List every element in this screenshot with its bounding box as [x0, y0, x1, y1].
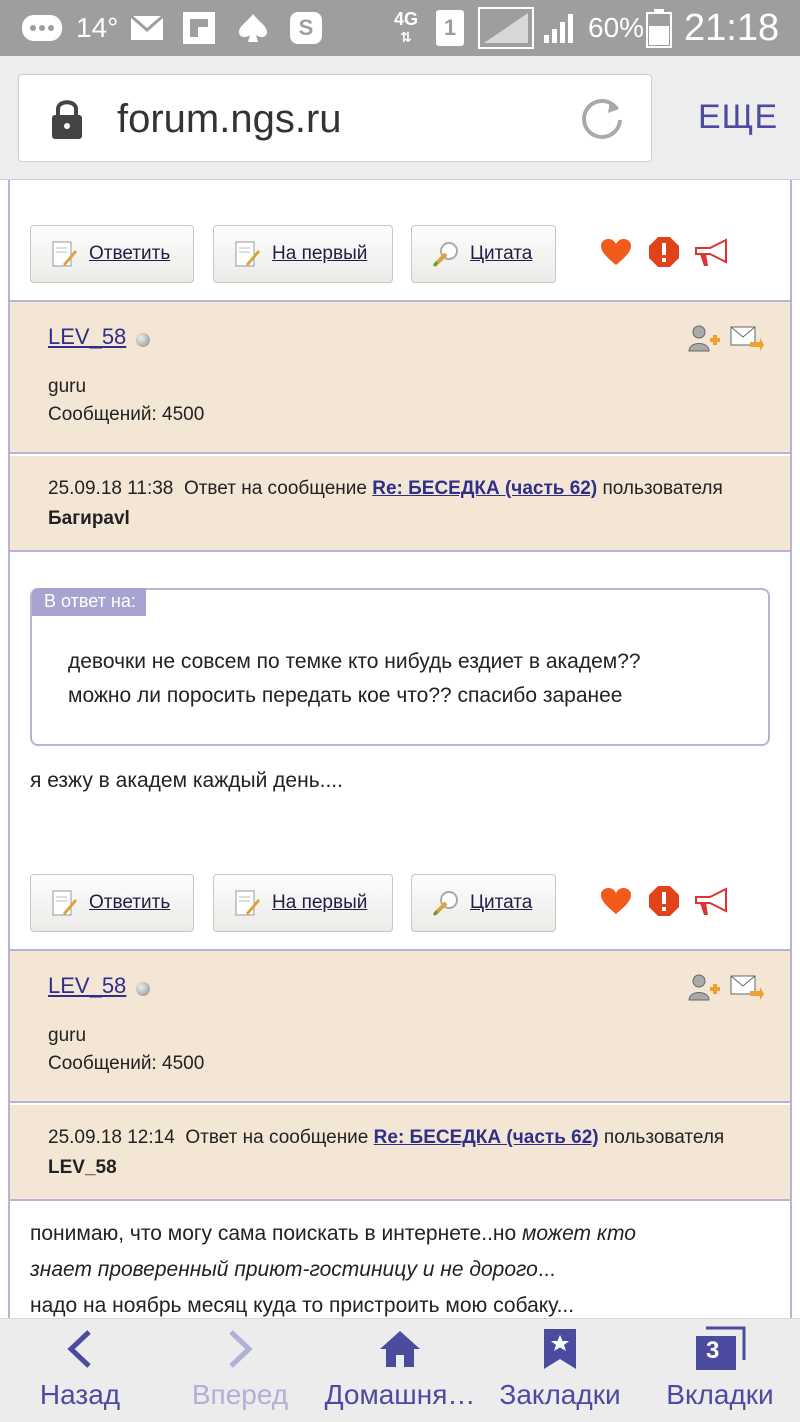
- reply-to-user: Багиpavl: [48, 508, 130, 529]
- cell-signal-icon: [542, 0, 578, 56]
- chat-notification-icon: [20, 0, 64, 56]
- chevron-left-icon: [65, 1319, 95, 1379]
- thread-link[interactable]: Re: БЕСЕДКА (часть 62): [372, 478, 597, 499]
- battery-icon: [646, 0, 672, 56]
- warning-icon[interactable]: [648, 236, 680, 273]
- post-body-line: знает проверенный приют-гостиницу и не д…: [30, 1258, 556, 1281]
- add-friend-icon[interactable]: [688, 324, 722, 357]
- app-s-icon: S: [290, 0, 322, 56]
- temperature-text: 14°: [76, 12, 119, 43]
- user-rank: guru: [48, 376, 87, 397]
- to-first-icon: [234, 240, 260, 268]
- reload-icon[interactable]: [577, 95, 627, 150]
- reply-button[interactable]: Ответить: [30, 874, 194, 932]
- home-button[interactable]: Домашня…: [322, 1319, 478, 1422]
- add-friend-icon[interactable]: [688, 973, 722, 1006]
- heart-icon[interactable]: [600, 238, 632, 271]
- signal-icon: [478, 0, 534, 56]
- reply-to-user: LEV_58: [48, 1157, 117, 1178]
- heart-icon[interactable]: [600, 887, 632, 920]
- bottom-navigation: Назад Вперед Домашня… Закладки 3 Вкладки: [0, 1318, 800, 1422]
- quote-icon: [432, 240, 458, 268]
- forward-button[interactable]: Вперед: [178, 1319, 302, 1422]
- post-header: 25.09.18 12:14 Ответ на сообщение Re: БЕ…: [10, 1105, 790, 1199]
- reply-icon: [51, 240, 77, 268]
- user-rank: guru: [48, 1025, 87, 1046]
- offline-status-icon: [136, 982, 150, 996]
- quote-text-line: девочки не совсем по темке кто нибудь ез…: [68, 650, 641, 673]
- mail-icon: [130, 0, 164, 56]
- solitaire-icon: [236, 0, 270, 56]
- battery-percent: 60%: [588, 12, 645, 43]
- quote-button[interactable]: Цитата: [411, 874, 556, 932]
- reply-info: 25.09.18 12:14 Ответ на сообщение Re: БЕ…: [48, 1127, 725, 1148]
- forum-thread: Ответить На первый Цитата LEV_58 guru Со…: [0, 180, 800, 1318]
- quote-label: В ответ на:: [32, 588, 146, 616]
- send-message-icon[interactable]: [730, 973, 764, 1006]
- browser-toolbar: forum.ngs.ru ЕЩЕ: [0, 56, 800, 180]
- author-link[interactable]: LEV_58: [48, 973, 126, 999]
- user-panel: LEV_58 guru Сообщений: 4500: [10, 302, 790, 452]
- reply-icon: [51, 889, 77, 917]
- send-message-icon[interactable]: [730, 324, 764, 357]
- reply-info: 25.09.18 11:38 Ответ на сообщение Re: БЕ…: [48, 478, 723, 499]
- network-type: 4G ⇅: [394, 9, 419, 45]
- bookmark-icon: [542, 1319, 578, 1379]
- post-body-line: понимаю, что могу сама поискать в интерн…: [30, 1222, 636, 1245]
- address-bar[interactable]: forum.ngs.ru: [18, 74, 652, 162]
- quote-text-line: можно ли поросить передать кое что?? спа…: [68, 684, 623, 707]
- message-count: Сообщений: 4500: [48, 1053, 205, 1074]
- sim-indicator: 1: [436, 0, 464, 56]
- warning-icon[interactable]: [648, 885, 680, 922]
- more-menu-button[interactable]: ЕЩЕ: [698, 98, 778, 137]
- status-bar: 14° S 4G ⇅ 1 60% 21:18: [0, 0, 800, 56]
- flipboard-icon: [182, 0, 216, 56]
- back-button[interactable]: Назад: [18, 1319, 142, 1422]
- post-body-line: надо на ноябрь месяц куда то пристроить …: [30, 1294, 575, 1317]
- quote-icon: [432, 889, 458, 917]
- tabs-icon: 3: [694, 1319, 746, 1379]
- reply-button[interactable]: Ответить: [30, 225, 194, 283]
- thread-link[interactable]: Re: БЕСЕДКА (часть 62): [374, 1127, 599, 1148]
- tabs-button[interactable]: 3 Вкладки: [660, 1319, 780, 1422]
- user-panel: LEV_58 guru Сообщений: 4500: [10, 951, 790, 1101]
- offline-status-icon: [136, 333, 150, 347]
- to-first-icon: [234, 889, 260, 917]
- post-datetime: 25.09.18 12:14: [48, 1127, 175, 1148]
- bookmarks-button[interactable]: Закладки: [492, 1319, 628, 1422]
- to-first-button[interactable]: На первый: [213, 874, 393, 932]
- home-icon: [378, 1319, 422, 1379]
- tabs-count: 3: [706, 1337, 720, 1364]
- author-link[interactable]: LEV_58: [48, 324, 126, 350]
- lock-icon: [49, 97, 85, 146]
- megaphone-icon[interactable]: [692, 238, 730, 273]
- quote-button[interactable]: Цитата: [411, 225, 556, 283]
- to-first-button[interactable]: На первый: [213, 225, 393, 283]
- url-text: forum.ngs.ru: [117, 97, 342, 141]
- post-header: 25.09.18 11:38 Ответ на сообщение Re: БЕ…: [10, 456, 790, 550]
- clock: 21:18: [684, 6, 780, 49]
- post-datetime: 25.09.18 11:38: [48, 478, 174, 499]
- message-count: Сообщений: 4500: [48, 404, 205, 425]
- quote-block: В ответ на: девочки не совсем по темке к…: [30, 588, 770, 746]
- post-body: я езжу в академ каждый день....: [30, 769, 343, 792]
- chevron-right-icon: [225, 1319, 255, 1379]
- megaphone-icon[interactable]: [692, 887, 730, 922]
